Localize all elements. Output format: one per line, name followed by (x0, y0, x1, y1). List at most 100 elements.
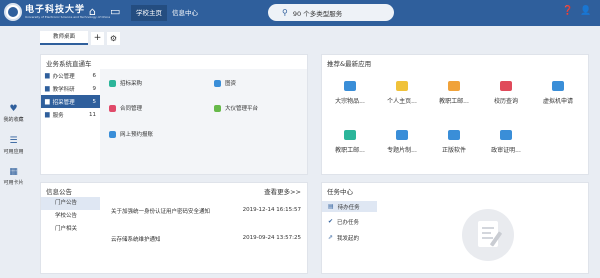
contract-icon (109, 104, 116, 112)
notice-title: 云存储系统维护通知 (111, 237, 161, 243)
category-count: 9 (92, 85, 97, 92)
recommended-apps-panel: 推荐&最新应用 大宗物品... 个人主页... 教职工邮... 校历查询 虚拟机… (321, 54, 589, 175)
notice-category-school[interactable]: 学校公告 (41, 210, 100, 223)
check-icon: ✔ (328, 218, 334, 225)
app-label: 大宗物品... (335, 98, 365, 105)
app-staff-mail-2[interactable]: 教职工邮... (325, 130, 375, 154)
desktop-tabs: 教师桌面 + ⚙ (40, 31, 120, 45)
task-item-done[interactable]: ✔ 已办任务 (322, 216, 377, 227)
university-subtitle: University of Electronic Science and Tec… (25, 15, 111, 19)
server-icon (552, 81, 564, 91)
notice-title: 关于加强统一身份认证用户密码安全通知 (111, 209, 211, 215)
app-bulk-goods[interactable]: 大宗物品... (325, 81, 375, 105)
category-count: 11 (89, 111, 96, 118)
panel-title: 任务中心 (327, 188, 353, 196)
folder-icon: ▆ (45, 111, 50, 118)
view-more-link[interactable]: 查看更多>> (264, 186, 301, 196)
rail-item-favorites[interactable]: ♥ 我的收藏 (0, 104, 27, 123)
notice-category-list: 门户公告 学校公告 门户相关 (41, 197, 100, 236)
folder-icon: ▆ (45, 85, 50, 92)
app-political-review[interactable]: 政审证明... (481, 130, 531, 154)
task-label: 已办任务 (337, 219, 360, 226)
notice-category-portal[interactable]: 门户公告 (41, 197, 100, 210)
app-online-reimbursement[interactable]: 网上预约报账 (109, 130, 153, 138)
category-label: 服务 (52, 112, 64, 119)
reimbursement-icon (109, 130, 116, 138)
university-seal-icon (4, 3, 22, 21)
notices-panel: 信息公告 查看更多>> 门户公告 学校公告 门户相关 关于加强统一身份认证用户密… (40, 182, 308, 274)
software-icon (448, 130, 460, 140)
rail-label: 我的收藏 (3, 117, 24, 123)
top-navigation-bar: 电子科技大学 University of Electronic Science … (0, 0, 600, 26)
folder-icon: ▆ (45, 72, 50, 79)
category-item-service[interactable]: ▆ 服务 11 (41, 108, 100, 121)
rail-label: 可用应用 (3, 149, 24, 155)
tab-teacher-desktop[interactable]: 教师桌面 (40, 31, 88, 45)
app-label: 招标采购 (120, 81, 143, 87)
lock-icon (344, 130, 356, 140)
mail-icon (448, 81, 460, 91)
help-icon[interactable]: ❓ (562, 6, 573, 16)
share-icon: ⇗ (328, 234, 334, 241)
search-icon: ⚲ (282, 8, 288, 17)
task-item-todo[interactable]: ▤ 待办任务 (322, 201, 377, 212)
app-label: 教职工邮... (439, 98, 469, 105)
notice-row[interactable]: 云存储系统维护通知 2019-09-24 13:57:25 (111, 235, 301, 243)
user-icon[interactable]: 👤 (580, 6, 591, 16)
monitor-icon[interactable]: ▭ (110, 6, 120, 18)
home-icon[interactable]: ⌂ (89, 6, 96, 18)
tab-school-home[interactable]: 学校主页 (131, 5, 167, 21)
app-label: 教职工邮... (335, 147, 365, 154)
notice-date: 2019-09-24 13:57:25 (242, 235, 301, 241)
cart-icon (344, 81, 356, 91)
task-item-initiated[interactable]: ⇗ 我发起的 (322, 232, 377, 243)
rail-item-available-cards[interactable]: ▦ 可用卡片 (0, 167, 27, 186)
book-icon (214, 79, 221, 87)
category-label: 办公管理 (52, 73, 75, 80)
folder-icon: ▆ (45, 98, 50, 105)
category-label: 招采管理 (52, 99, 75, 106)
app-label: 校历查询 (493, 98, 518, 105)
category-item-teaching[interactable]: ▆ 教学科研 9 (41, 82, 100, 95)
calendar-icon (500, 81, 512, 91)
gear-icon[interactable]: ⚙ (107, 31, 120, 45)
app-staff-mail[interactable]: 教职工邮... (429, 81, 479, 105)
app-label: 网上预约报账 (120, 132, 154, 138)
business-systems-panel: 业务系统直通车 ▆ 办公管理 6 ▆ 教学科研 9 ▆ 招采管理 5 ▆ 服务 11 招标采购 … (40, 54, 308, 175)
category-count: 5 (92, 98, 97, 105)
category-count: 6 (92, 72, 97, 79)
app-grid: 招标采购 图资 合同管理 大仪管理平台 网上预约报账 (100, 69, 307, 174)
notice-category-portal-related[interactable]: 门户相关 (41, 223, 100, 236)
app-contract-management[interactable]: 合同管理 (109, 104, 142, 112)
category-item-office[interactable]: ▆ 办公管理 6 (41, 69, 100, 82)
notice-row[interactable]: 关于加强统一身份认证用户密码安全通知 2019-12-14 16:15:57 (111, 207, 301, 215)
list-icon: ☰ (9, 136, 18, 146)
app-instrument-platform[interactable]: 大仪管理平台 (214, 104, 258, 112)
rail-label: 可用卡片 (3, 180, 24, 186)
app-licensed-software[interactable]: 正版软件 (429, 130, 479, 154)
app-library-assets[interactable]: 图资 (214, 79, 236, 87)
notice-date: 2019-12-14 16:15:57 (242, 207, 301, 213)
home-page-icon (396, 81, 408, 91)
app-feature-film[interactable]: 专题片制... (377, 130, 427, 154)
service-search-input[interactable]: ⚲ 90 个多类型服务 (268, 4, 394, 21)
grid-icon: ▦ (9, 167, 18, 177)
instrument-icon (214, 104, 221, 112)
search-placeholder: 90 个多类型服务 (292, 9, 343, 18)
task-label: 我发起的 (337, 235, 360, 242)
todo-icon: ▤ (328, 203, 334, 210)
rail-item-available-apps[interactable]: ☰ 可用应用 (0, 136, 27, 155)
empty-state-illustration (462, 209, 514, 261)
app-label: 大仪管理平台 (225, 106, 259, 112)
tab-info-center[interactable]: 信息中心 (167, 5, 203, 21)
app-tender-procurement[interactable]: 招标采购 (109, 79, 142, 87)
app-school-calendar[interactable]: 校历查询 (481, 81, 531, 105)
category-item-procurement[interactable]: ▆ 招采管理 5 (41, 95, 100, 108)
category-list: ▆ 办公管理 6 ▆ 教学科研 9 ▆ 招采管理 5 ▆ 服务 11 (41, 69, 100, 121)
panel-title: 信息公告 (46, 188, 72, 196)
add-desktop-icon[interactable]: + (91, 31, 104, 45)
panel-title: 业务系统直通车 (46, 60, 92, 68)
app-personal-homepage[interactable]: 个人主页... (377, 81, 427, 105)
app-vm-request[interactable]: 虚拟机申请 (533, 81, 583, 105)
procurement-icon (109, 79, 116, 87)
